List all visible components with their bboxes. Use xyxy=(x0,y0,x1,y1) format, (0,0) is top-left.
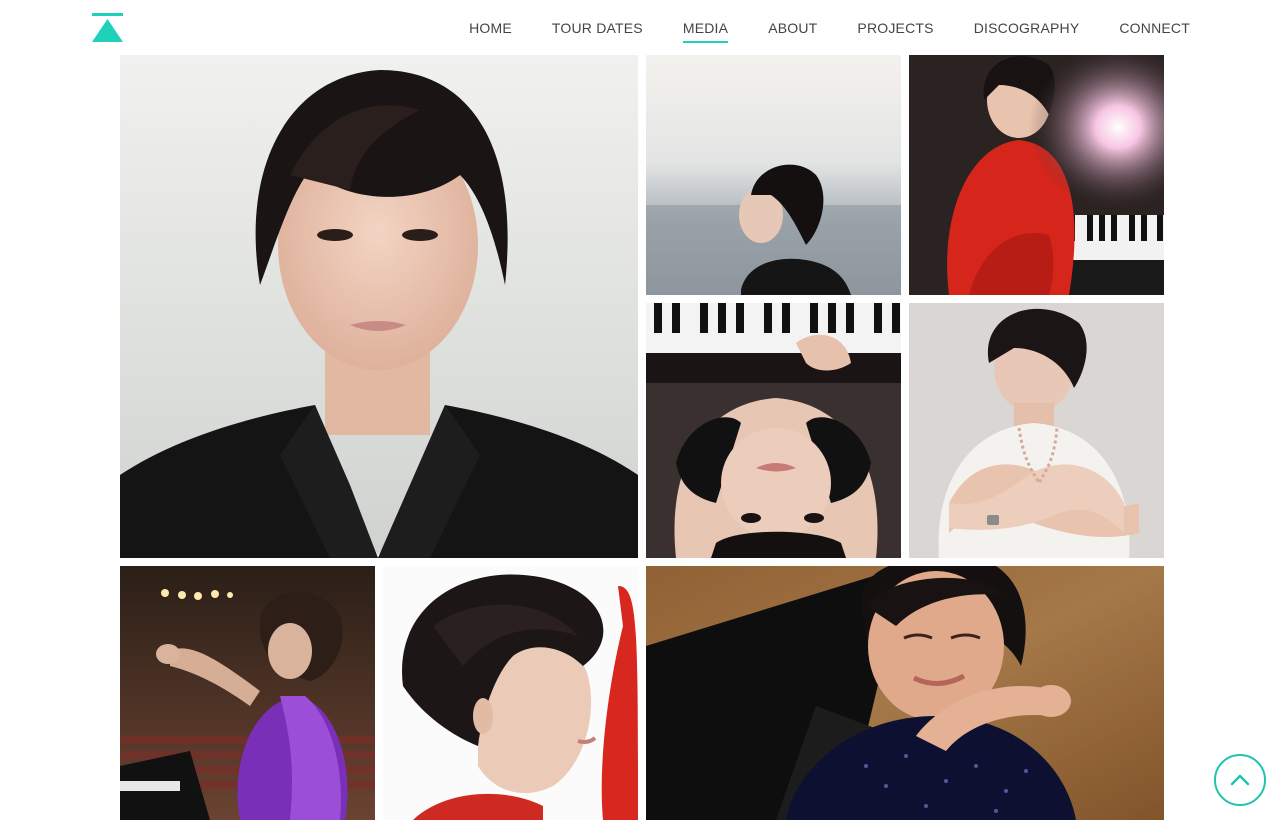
nav-item-media[interactable]: MEDIA xyxy=(682,16,729,43)
nav-item-discography[interactable]: DISCOGRAPHY xyxy=(974,16,1080,40)
purple-dress-photo xyxy=(120,566,375,820)
gallery-photo-sky-profile[interactable] xyxy=(646,55,901,295)
nav-item-about[interactable]: ABOUT xyxy=(768,16,817,40)
gallery-photo-red-dress[interactable] xyxy=(909,55,1164,295)
gallery-photo-profile-closeup[interactable] xyxy=(383,566,638,820)
portrait-photo xyxy=(120,55,638,558)
red-dress-photo xyxy=(909,55,1164,295)
gallery-photo-upside-down[interactable] xyxy=(646,303,901,558)
site-header: HOME TOUR DATES MEDIA ABOUT PROJECTS DIS… xyxy=(0,0,1280,55)
nav-item-projects[interactable]: PROJECTS xyxy=(857,16,933,40)
profile-closeup-photo xyxy=(383,566,638,820)
upside-down-photo xyxy=(646,303,901,558)
logo-link[interactable] xyxy=(92,13,123,42)
gallery-photo-portrait[interactable] xyxy=(120,55,638,558)
main-nav: HOME TOUR DATES MEDIA ABOUT PROJECTS DIS… xyxy=(469,0,1190,55)
sky-profile-photo xyxy=(646,55,901,295)
gallery-photo-playing[interactable] xyxy=(646,566,1164,820)
hugging-photo xyxy=(909,303,1164,558)
nav-item-tour-dates[interactable]: TOUR DATES xyxy=(552,16,643,40)
chevron-up-icon xyxy=(1230,774,1250,786)
nav-item-home[interactable]: HOME xyxy=(469,16,512,40)
teal-arrow-up-logo-icon xyxy=(92,13,123,42)
gallery-photo-hugging[interactable] xyxy=(909,303,1164,558)
gallery-photo-purple-dress[interactable] xyxy=(120,566,375,820)
media-page: HOME TOUR DATES MEDIA ABOUT PROJECTS DIS… xyxy=(0,0,1280,820)
playing-photo xyxy=(646,566,1164,820)
scroll-to-top-button[interactable] xyxy=(1214,754,1266,806)
nav-item-connect[interactable]: CONNECT xyxy=(1119,16,1190,40)
